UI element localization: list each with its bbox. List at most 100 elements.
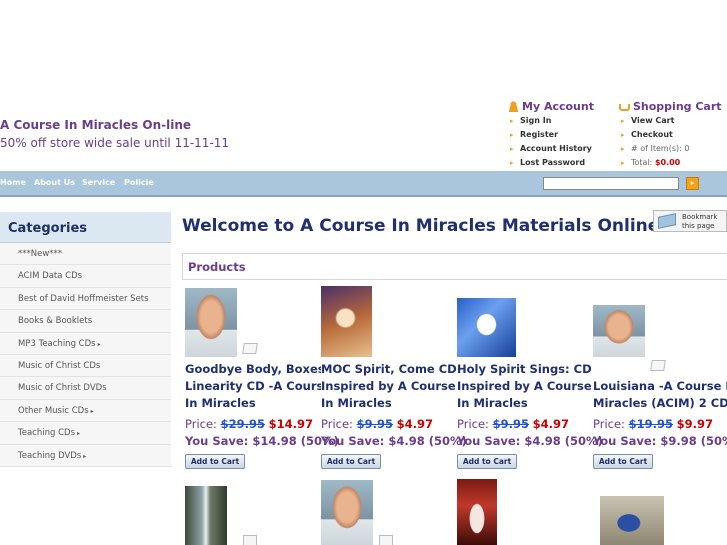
product-image[interactable] bbox=[185, 486, 227, 545]
saving-prefix: You Save: bbox=[185, 434, 249, 448]
account-history-label: Account History bbox=[520, 144, 592, 153]
product-saving: You Save: $4.98 (50%) bbox=[457, 434, 603, 448]
product-saving: You Save: $4.98 (50%) bbox=[321, 434, 467, 448]
product-image[interactable] bbox=[185, 288, 237, 357]
submenu-arrow-icon: ▸ bbox=[77, 430, 81, 438]
category-item[interactable]: Teaching DVDs ▸ bbox=[0, 444, 171, 467]
account-heading[interactable]: My Account bbox=[508, 99, 618, 113]
product-image[interactable] bbox=[600, 496, 664, 545]
nav-policies[interactable]: Policie bbox=[124, 178, 154, 187]
zoom-icon[interactable] bbox=[650, 360, 666, 371]
saving-amount: $4.98 (50%) bbox=[524, 434, 603, 448]
product-image[interactable] bbox=[321, 480, 373, 545]
bookmark-label-2: this page bbox=[682, 222, 715, 230]
bullet-arrow-icon: ▸ bbox=[510, 117, 514, 125]
category-item[interactable]: ACIM Data CDs bbox=[0, 265, 171, 288]
category-label: Books & Booklets bbox=[18, 316, 93, 327]
page-title: Welcome to A Course In Miracles Material… bbox=[182, 216, 660, 236]
sign-in-label: Sign In bbox=[520, 116, 552, 125]
saving-amount: $4.98 (50%) bbox=[388, 434, 467, 448]
sale-price: $4.97 bbox=[396, 417, 434, 431]
cart-total-label: Total: bbox=[631, 158, 653, 167]
old-price: $9.95 bbox=[492, 417, 529, 431]
category-label: Teaching DVDs bbox=[18, 450, 82, 461]
product-image[interactable] bbox=[593, 305, 645, 357]
nav-service[interactable]: Service bbox=[82, 178, 115, 187]
product-image[interactable] bbox=[321, 286, 372, 357]
search-button[interactable]: ▸ bbox=[686, 177, 699, 190]
product-name-line-1[interactable]: Holy Spirit Sings: CD bbox=[457, 361, 593, 378]
bullet-arrow-icon: ▸ bbox=[510, 145, 514, 153]
zoom-icon[interactable] bbox=[243, 535, 257, 545]
categories-sidebar: Categories ***New*** ACIM Data CDs Best … bbox=[0, 212, 171, 467]
category-label: MP3 Teaching CDs bbox=[18, 338, 96, 349]
category-item[interactable]: ***New*** bbox=[0, 243, 171, 266]
product-price: Price: $9.95 $4.97 bbox=[457, 417, 569, 431]
add-to-cart-button[interactable]: Add to Cart bbox=[321, 454, 381, 469]
nav-about-us[interactable]: About Us bbox=[34, 178, 75, 187]
category-item[interactable]: Books & Booklets bbox=[0, 310, 171, 333]
cart-total-value: $0.00 bbox=[654, 158, 681, 167]
product-name-line-1[interactable]: Louisiana -A Course In bbox=[593, 378, 727, 395]
bookmark-button[interactable]: Bookmark this page bbox=[653, 210, 727, 232]
cart-item-count: ▸ # of Item(s): 0 bbox=[621, 142, 727, 156]
search-input[interactable] bbox=[543, 177, 679, 190]
categories-heading: Categories bbox=[0, 212, 171, 243]
cart-icon bbox=[619, 103, 630, 111]
register-link[interactable]: ▸ Register bbox=[510, 128, 618, 142]
site-tagline: 50% off store wide sale until 11-11-11 bbox=[0, 136, 230, 150]
product-image[interactable] bbox=[457, 298, 516, 357]
category-label: Teaching CDs bbox=[18, 428, 76, 439]
person-icon bbox=[508, 100, 519, 112]
product-saving: You Save: $14.98 (50%) bbox=[185, 434, 339, 448]
add-to-cart-button[interactable]: Add to Cart bbox=[185, 454, 245, 469]
account-history-link[interactable]: ▸ Account History bbox=[510, 142, 618, 156]
category-item[interactable]: Other Music CDs ▸ bbox=[0, 399, 171, 423]
price-prefix: Price: bbox=[185, 417, 217, 431]
old-price: $19.95 bbox=[628, 417, 673, 431]
account-heading-label: My Account bbox=[522, 99, 594, 113]
price-prefix: Price: bbox=[457, 417, 489, 431]
cart-heading[interactable]: Shopping Cart bbox=[619, 99, 727, 113]
bullet-arrow-icon: ▸ bbox=[621, 131, 625, 139]
category-item[interactable]: MP3 Teaching CDs ▸ bbox=[0, 332, 171, 355]
bookmark-icon bbox=[658, 213, 676, 229]
product-name-line-1[interactable]: Goodbye Body, Boxes, bbox=[185, 361, 321, 378]
account-menu: My Account ▸ Sign In ▸ Register ▸ Account H… bbox=[508, 99, 618, 170]
add-to-cart-button[interactable]: Add to Cart bbox=[593, 454, 653, 469]
checkout-link[interactable]: ▸ Checkout bbox=[621, 128, 727, 142]
product-price: Price: $9.95 $4.97 bbox=[321, 417, 433, 431]
register-label: Register bbox=[520, 130, 559, 139]
zoom-icon[interactable] bbox=[242, 343, 258, 354]
category-item[interactable]: Music of Christ DVDs bbox=[0, 377, 171, 400]
products-header: Products bbox=[182, 253, 727, 280]
sign-in-link[interactable]: ▸ Sign In bbox=[510, 114, 618, 128]
category-item[interactable]: Music of Christ CDs bbox=[0, 354, 171, 378]
cart-heading-label: Shopping Cart bbox=[633, 99, 722, 113]
add-to-cart-button[interactable]: Add to Cart bbox=[457, 454, 517, 469]
product-image[interactable] bbox=[457, 479, 497, 545]
sale-price: $14.97 bbox=[268, 417, 314, 431]
zoom-icon[interactable] bbox=[379, 535, 393, 545]
product-name-line-3[interactable]: In Miracles bbox=[185, 395, 321, 412]
nav-home[interactable]: Home bbox=[0, 178, 26, 187]
product-name-line-2[interactable]: Linearity CD -A Course bbox=[185, 378, 321, 395]
category-item[interactable]: Best of David Hoffmeister Sets bbox=[0, 287, 171, 311]
lost-password-link[interactable]: ▸ Lost Password bbox=[510, 156, 618, 170]
product-name-line-2[interactable]: Inspired by A Course bbox=[321, 378, 457, 395]
sale-price: $4.97 bbox=[532, 417, 570, 431]
cart-item-count-label: # of Item(s): 0 bbox=[631, 144, 690, 153]
view-cart-link[interactable]: ▸ View Cart bbox=[621, 114, 727, 128]
product-name-line-2[interactable]: Inspired by A Course bbox=[457, 378, 593, 395]
saving-prefix: You Save: bbox=[321, 434, 385, 448]
submenu-arrow-icon: ▸ bbox=[83, 452, 87, 460]
product-name-line-1[interactable]: MOC Spirit, Come CD: bbox=[321, 361, 457, 378]
product-name-line-3[interactable]: In Miracles bbox=[457, 395, 593, 412]
product-saving: You Save: $9.98 (50%) bbox=[593, 434, 727, 448]
nav-bar: Home About Us Service Policie ▸ bbox=[0, 171, 727, 197]
product-name-line-3[interactable]: In Miracles bbox=[321, 395, 457, 412]
submenu-arrow-icon: ▸ bbox=[90, 407, 94, 415]
submenu-arrow-icon: ▸ bbox=[97, 340, 101, 348]
product-name-line-2[interactable]: Miracles (ACIM) 2 CDs bbox=[593, 395, 727, 412]
category-item[interactable]: Teaching CDs ▸ bbox=[0, 422, 171, 445]
